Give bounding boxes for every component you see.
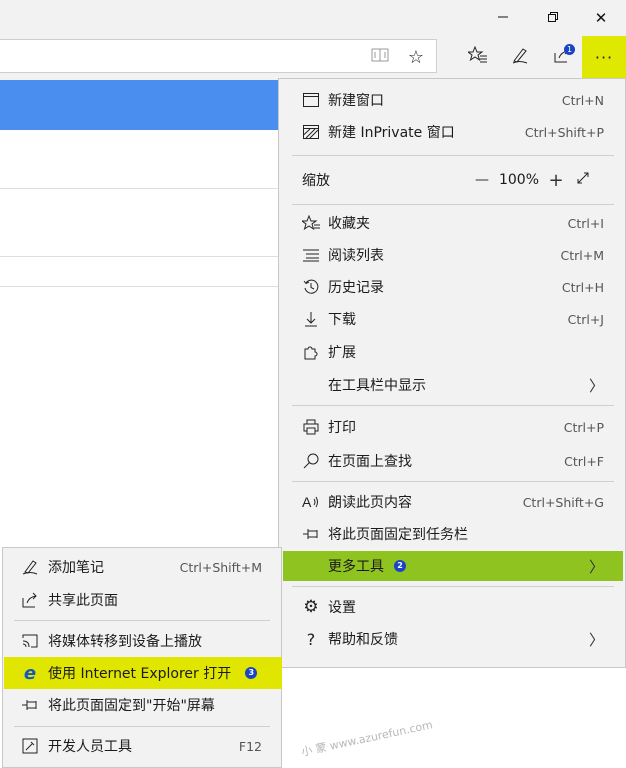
page-divider [0,188,278,189]
cast-icon [18,633,42,649]
menu-item-new-window[interactable]: 新建窗口 Ctrl+N [280,85,624,115]
menu-item-extensions[interactable]: 扩展 [280,337,624,367]
submenu-item-share[interactable]: 共享此页面 [4,585,280,615]
menu-item-pin-taskbar[interactable]: 将此页面固定到任务栏 [280,519,624,549]
question-icon: ? [306,629,316,649]
zoom-in-button[interactable]: + [544,170,568,191]
inprivate-window-icon [298,125,324,139]
fullscreen-icon[interactable] [568,171,598,189]
submenu-item-pin-start[interactable]: 将此页面固定到"开始"屏幕 [4,690,280,720]
zoom-value: 100% [498,172,540,188]
page-banner [0,80,278,130]
submenu-separator [14,726,270,727]
menu-item-settings[interactable]: ⚙ 设置 [280,592,624,622]
menu-item-print[interactable]: 打印 Ctrl+P [280,412,624,442]
more-dots-icon: ··· [594,47,614,67]
download-icon [298,311,324,327]
menu-item-help[interactable]: ? 帮助和反馈 〉 [280,624,624,654]
more-button[interactable]: ··· [582,36,626,78]
zoom-out-button[interactable]: — [470,172,494,188]
submenu-item-dev-tools[interactable]: 开发人员工具 F12 [4,731,280,761]
menu-item-read-aloud[interactable]: A 朗读此页内容 Ctrl+Shift+G [280,487,624,517]
svg-text:A: A [302,494,312,510]
new-window-icon [298,93,324,107]
menu-separator [292,204,614,205]
dev-tools-icon [18,738,42,754]
menu-item-more-tools[interactable]: 更多工具 2 〉 [280,551,624,581]
submenu-item-add-notes[interactable]: 添加笔记 Ctrl+Shift+M [4,552,280,582]
submenu-item-cast[interactable]: 将媒体转移到设备上播放 [4,626,280,656]
star-icon: ☆ [407,46,425,68]
chevron-right-icon: 〉 [588,630,604,649]
history-icon [298,279,324,295]
reading-view-button[interactable] [362,40,398,74]
menu-separator [292,155,614,156]
menu-item-zoom: 缩放 — 100% + [280,165,624,195]
menu-separator [292,481,614,482]
chevron-right-icon: 〉 [588,376,604,395]
menu-item-downloads[interactable]: 下载 Ctrl+J [280,304,624,334]
favorites-list-icon [466,45,488,68]
gear-icon: ⚙ [303,597,319,617]
favorites-hub-button[interactable] [460,40,496,74]
share-icon [18,592,42,608]
restore-button[interactable] [530,0,576,36]
share-icon: 1 [553,44,575,68]
share-button[interactable]: 1 [544,40,580,74]
menu-item-reading-list[interactable]: 阅读列表 Ctrl+M [280,240,624,270]
page-divider [0,286,278,287]
internet-explorer-icon: e [23,662,37,684]
read-aloud-icon: A [298,494,324,510]
menu-item-new-inprivate[interactable]: 新建 InPrivate 窗口 Ctrl+Shift+P [280,117,624,147]
pin-icon [18,698,42,712]
pin-icon [298,527,324,541]
printer-icon [298,419,324,435]
puzzle-icon [298,344,324,360]
step-badge: 3 [245,667,258,679]
notification-badge: 1 [564,44,575,55]
minimize-icon [497,9,509,27]
menu-separator [292,586,614,587]
close-button[interactable]: ✕ [578,0,624,36]
menu-separator [292,405,614,406]
submenu-separator [14,620,270,621]
close-icon: ✕ [594,9,608,27]
menu-item-find[interactable]: 在页面上查找 Ctrl+F [280,446,624,476]
pen-icon [511,46,529,68]
menu-item-history[interactable]: 历史记录 Ctrl+H [280,272,624,302]
restore-icon [547,9,559,27]
search-icon [298,453,324,469]
watermark: 小 蒙 www.azurefun.com [300,718,434,759]
step-badge: 2 [394,560,406,572]
add-favorite-button[interactable]: ☆ [398,40,434,74]
page-divider [0,256,278,257]
minimize-button[interactable] [480,0,526,36]
make-web-note-button[interactable] [502,40,538,74]
reading-list-icon [298,248,324,262]
favorites-icon [298,215,324,231]
reading-view-icon [371,47,389,67]
menu-item-show-in-toolbar[interactable]: 在工具栏中显示 〉 [280,370,624,400]
pen-icon [18,559,42,575]
menu-item-favorites[interactable]: 收藏夹 Ctrl+I [280,208,624,238]
chevron-right-icon: 〉 [588,557,604,576]
submenu-item-open-ie[interactable]: e 使用 Internet Explorer 打开 3 [4,658,280,688]
